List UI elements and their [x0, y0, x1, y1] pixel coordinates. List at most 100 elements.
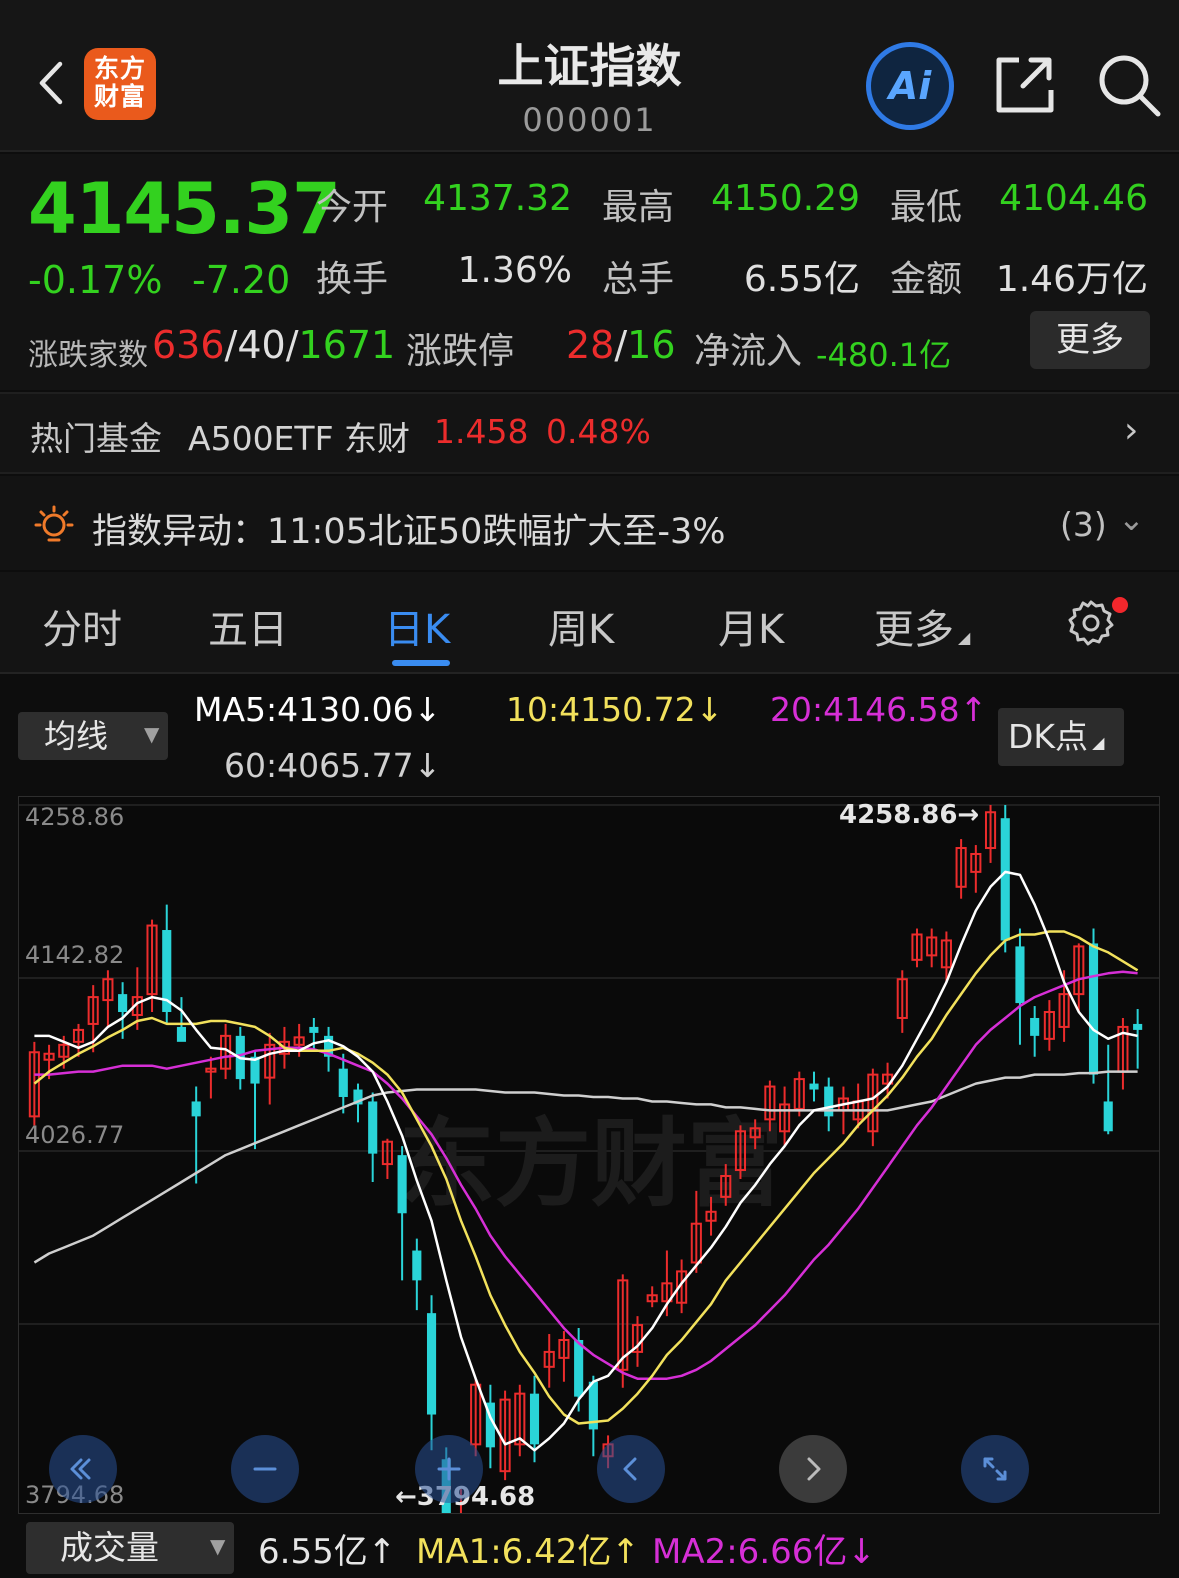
y-axis-label: 4026.77: [25, 1121, 124, 1149]
candle-body: [338, 1068, 348, 1097]
ma20-value: 20:4146.58↑: [770, 690, 988, 729]
limit-down: 16: [627, 323, 676, 367]
open-label: 今开: [316, 187, 389, 228]
breadth-sep: /: [224, 323, 238, 367]
tab-more-marker: ◢: [958, 628, 971, 647]
dropdown-arrow-icon: ▼: [144, 722, 160, 746]
volume-ma2: MA2:6.66亿↓: [652, 1532, 876, 1572]
candle-body: [574, 1339, 584, 1397]
ma5-value: MA5:4130.06↓: [194, 690, 442, 729]
limit-sep: /: [614, 323, 628, 367]
inflow-label: 净流入: [694, 331, 803, 372]
dk-label: DK点: [1008, 717, 1089, 756]
candle-body: [1015, 946, 1025, 1004]
amount-label: 金额: [890, 259, 963, 300]
active-tab-indicator: [392, 660, 450, 666]
share-icon[interactable]: [993, 52, 1057, 116]
volume-value: 6.55亿↑: [258, 1532, 397, 1572]
nav-button-bg: [597, 1435, 665, 1503]
open-value: 4137.32: [423, 178, 572, 219]
candle-body: [426, 1313, 437, 1415]
candle-body: [1103, 1101, 1113, 1132]
right-icon[interactable]: [779, 1435, 847, 1503]
breadth-label: 涨跌家数: [28, 338, 148, 373]
nav-button-bg: [961, 1435, 1029, 1503]
left-icon[interactable]: [597, 1435, 665, 1503]
breadth-flat: 40: [237, 323, 286, 367]
candle-body: [368, 1101, 378, 1154]
low-label: 最低: [890, 187, 963, 228]
candle-body: [309, 1026, 319, 1033]
candle-body: [809, 1083, 819, 1090]
fund-price: 1.458: [434, 412, 529, 451]
tab-five-day[interactable]: 五日: [208, 597, 288, 655]
candle-body: [1000, 818, 1010, 941]
turnover-value: 1.36%: [457, 250, 572, 291]
double-left-icon[interactable]: [49, 1435, 117, 1503]
volume-indicator-select[interactable]: 成交量: [26, 1522, 234, 1574]
tab-weekly-k[interactable]: 周K: [548, 597, 614, 655]
zoom-out-icon[interactable]: [231, 1435, 299, 1503]
candle-body: [1088, 943, 1099, 1075]
tab-more[interactable]: 更多 ◢: [874, 597, 970, 655]
ma60-value: 60:4065.77↓: [224, 746, 442, 785]
amount-value: 1.46万亿: [995, 259, 1148, 300]
nav-button-bg: [49, 1435, 117, 1503]
candle-body: [412, 1250, 422, 1281]
kline-svg: 东方财富4258.864142.824026.773794.684258.86→…: [19, 800, 1159, 1513]
candle-body: [824, 1086, 834, 1117]
tab-daily-k[interactable]: 日K: [384, 597, 450, 655]
max-price-label: 4258.86→: [839, 800, 979, 830]
tab-monthly-k[interactable]: 月K: [718, 597, 784, 655]
zoom-in-icon[interactable]: [415, 1435, 483, 1503]
kline-chart[interactable]: 东方财富4258.864142.824026.773794.684258.86→…: [18, 796, 1160, 1514]
candle-body: [1133, 1023, 1143, 1030]
more-button[interactable]: 更多: [1030, 311, 1150, 369]
fund-label: 热门基金: [30, 419, 162, 458]
breadth-down: 1671: [298, 323, 396, 367]
chevron-down-icon[interactable]: ⌄: [1118, 500, 1145, 538]
alert-count: (3): [1060, 505, 1107, 544]
volume-value: 6.55亿: [743, 259, 860, 300]
chevron-right-icon[interactable]: ›: [1124, 410, 1138, 451]
volume-ma1: MA1:6.42亿↑: [416, 1532, 640, 1572]
candle-body: [397, 1155, 407, 1214]
dk-point-button[interactable]: DK点 ◢: [998, 708, 1124, 766]
candle-body: [191, 1101, 201, 1117]
tab-more-label: 更多: [874, 607, 954, 653]
alert-text: 指数异动：11:05北证50跌幅扩大至-3%: [92, 512, 726, 552]
change-value: -7.20: [192, 258, 291, 302]
breadth-up: 636: [152, 323, 225, 367]
inflow-value: -480.1亿: [816, 336, 952, 374]
candle-body: [118, 994, 128, 1013]
limit-label: 涨跌停: [406, 331, 515, 372]
high-label: 最高: [602, 187, 675, 228]
limit-values: 28/16: [566, 323, 676, 367]
candle-body: [1030, 1017, 1040, 1036]
ai-icon[interactable]: Ai: [866, 42, 954, 130]
search-icon[interactable]: [1096, 52, 1162, 118]
notification-dot: [1112, 597, 1128, 613]
turnover-label: 换手: [316, 259, 389, 300]
dropdown-arrow-icon: ▼: [210, 1534, 226, 1558]
last-price: 4145.37: [28, 168, 341, 250]
low-value: 4104.46: [999, 178, 1148, 219]
ma10-value: 10:4150.72↓: [506, 690, 724, 729]
candle-body: [176, 1026, 187, 1042]
lightbulb-icon: [34, 505, 74, 542]
fund-change: 0.48%: [546, 412, 651, 451]
y-axis-label: 4142.82: [25, 941, 124, 969]
y-axis-label: 4258.86: [25, 803, 124, 831]
limit-up: 28: [566, 323, 615, 367]
breadth-values: 636/40/1671: [152, 323, 395, 367]
breadth-sep: /: [285, 323, 299, 367]
candle-body: [529, 1393, 540, 1445]
tab-intraday[interactable]: 分时: [42, 597, 122, 655]
nav-button-bg: [779, 1435, 847, 1503]
expand-icon[interactable]: [961, 1435, 1029, 1503]
gear-icon[interactable]: [1066, 598, 1116, 648]
fund-name: A500ETF 东财: [188, 419, 411, 458]
volume-label: 总手: [602, 259, 675, 300]
high-value: 4150.29: [711, 178, 860, 219]
dk-marker: ◢: [1092, 733, 1105, 752]
